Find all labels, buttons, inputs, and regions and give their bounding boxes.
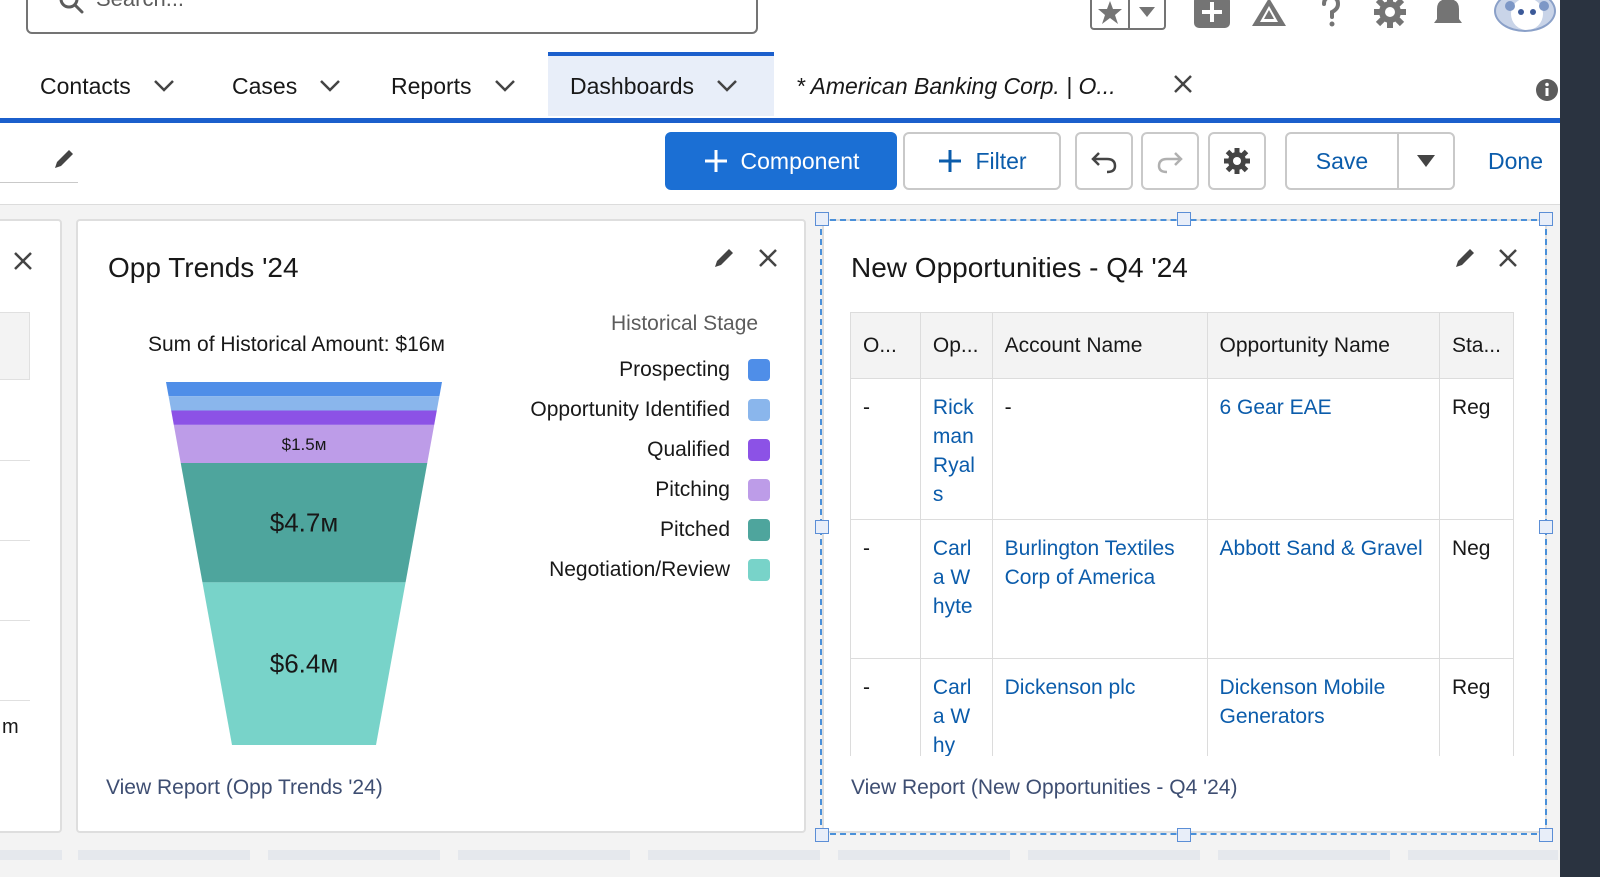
resize-handle[interactable] [815, 520, 829, 534]
resize-handle[interactable] [1539, 828, 1553, 842]
funnel-segment-prospecting[interactable] [166, 382, 442, 397]
legend-swatch [748, 519, 770, 541]
component-stub [458, 850, 630, 860]
favorites-dropdown-icon[interactable] [1127, 0, 1164, 28]
legend-label: Pitching [655, 478, 730, 501]
resize-handle[interactable] [1539, 520, 1553, 534]
redo-button[interactable] [1141, 132, 1199, 190]
trailhead-icon[interactable] [1250, 0, 1288, 30]
legend-item[interactable]: Pitched [0, 517, 770, 543]
component-stub [1218, 850, 1390, 860]
component-stub [838, 850, 1010, 860]
legend-swatch [748, 399, 770, 421]
component-stub [1408, 850, 1558, 860]
global-actions-icon[interactable] [1194, 0, 1230, 30]
legend-item[interactable]: Pitching [0, 477, 770, 503]
funnel-data-label: $6.4м [270, 649, 338, 679]
resize-handle[interactable] [1539, 212, 1553, 226]
save-options-button[interactable] [1397, 132, 1455, 190]
setup-gear-icon[interactable] [1372, 0, 1408, 30]
legend-swatch [748, 439, 770, 461]
legend-item[interactable]: Qualified [0, 437, 770, 463]
selected-component-frame [820, 219, 1547, 835]
component-stub [1028, 850, 1200, 860]
save-button[interactable]: Save [1285, 132, 1399, 190]
add-filter-label: Filter [975, 147, 1027, 174]
component-stub [268, 850, 440, 860]
resize-handle[interactable] [1177, 212, 1191, 226]
legend-swatch [748, 479, 770, 501]
favorites-group[interactable] [1090, 0, 1166, 30]
component-stub [78, 850, 250, 860]
legend-label: Pitched [659, 518, 730, 541]
desktop-background [1560, 0, 1600, 877]
resize-handle[interactable] [815, 828, 829, 842]
legend-swatch [748, 359, 770, 381]
view-report-link[interactable]: View Report (Opp Trends '24) [106, 776, 383, 800]
help-icon[interactable] [1318, 0, 1344, 30]
legend-label: Prospecting [619, 358, 730, 381]
favorites-star-icon[interactable] [1092, 0, 1128, 28]
legend-item[interactable]: Opportunity Identified [0, 397, 770, 423]
notifications-bell-icon[interactable] [1430, 0, 1466, 30]
undo-icon [1091, 152, 1117, 174]
save-label: Save [1315, 147, 1369, 174]
caret-down-icon [1417, 155, 1435, 167]
add-filter-button[interactable]: Filter [903, 132, 1061, 190]
legend-item[interactable]: Negotiation/Review [0, 557, 770, 583]
resize-handle[interactable] [815, 212, 829, 226]
resize-handle[interactable] [1177, 828, 1191, 842]
tab-workspace-record[interactable]: * American Banking Corp. | O... [796, 54, 1116, 118]
dashboard-properties-button[interactable] [1208, 132, 1266, 190]
legend-title: Historical Stage [611, 312, 759, 335]
component-stub [648, 850, 820, 860]
info-icon[interactable] [1535, 78, 1559, 102]
done-label: Done [1488, 147, 1543, 174]
redo-icon [1157, 152, 1183, 174]
legend-label: Qualified [647, 438, 730, 461]
plus-icon [939, 150, 962, 172]
legend-swatch [748, 559, 770, 581]
done-button[interactable]: Done [1488, 132, 1543, 190]
tab-label: * American Banking Corp. | O... [796, 72, 1116, 99]
gear-icon [1224, 148, 1250, 174]
legend-label: Negotiation/Review [549, 558, 730, 581]
undo-button[interactable] [1075, 132, 1133, 190]
avatar[interactable] [1494, 0, 1556, 32]
close-tab-icon[interactable] [1172, 73, 1194, 95]
legend-label: Opportunity Identified [530, 398, 730, 421]
component-stub [0, 850, 62, 860]
legend-item[interactable]: Prospecting [0, 357, 770, 383]
next-row-components [0, 850, 1560, 877]
